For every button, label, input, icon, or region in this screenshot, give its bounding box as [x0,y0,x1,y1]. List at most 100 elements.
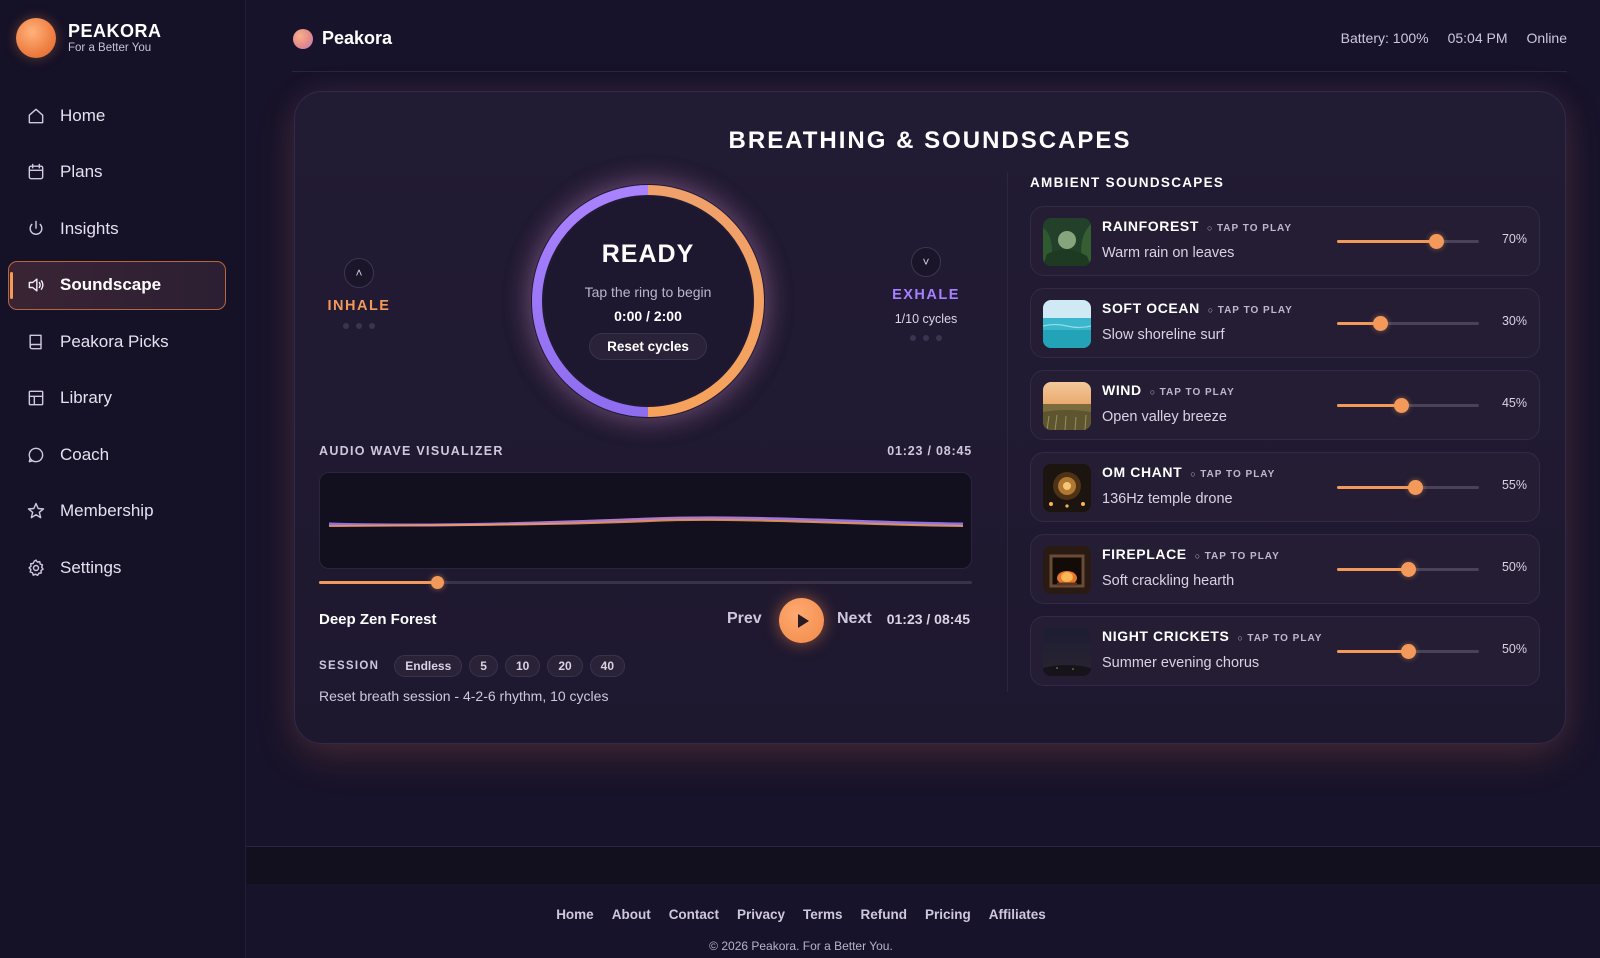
sidebar-item-home[interactable]: Home [8,91,226,140]
app-logo-icon [293,29,313,49]
tap-to-play-label[interactable]: TAP TO PLAY [1237,633,1322,644]
sidebar-item-peakora-picks[interactable]: Peakora Picks [8,317,226,366]
sidebar-item-membership[interactable]: Membership [8,487,226,536]
wind-thumbnail [1043,382,1091,430]
top-bar: Peakora Battery: 100% 05:04 PM Online [292,20,1567,72]
volume-handle[interactable] [1401,644,1416,659]
volume-slider[interactable] [1337,398,1479,413]
prev-button[interactable]: Prev [727,610,762,628]
sidebar-item-label: Library [60,388,112,407]
ocean-thumbnail [1043,300,1091,348]
footer-link-about[interactable]: About [612,907,651,922]
soundscape-name: WIND [1102,382,1142,398]
soundscape-item[interactable]: FIREPLACE TAP TO PLAY Soft crackling hear… [1030,534,1540,604]
volume-handle[interactable] [1429,234,1445,249]
footer-link-terms[interactable]: Terms [803,907,843,922]
brand-name: PEAKORA [68,21,162,41]
volume-slider[interactable] [1337,316,1479,331]
tap-to-play-label[interactable]: TAP TO PLAY [1208,305,1293,316]
breathing-ring[interactable]: READY Tap the ring to begin 0:00 / 2:00 … [531,184,765,418]
cycle-count: 1/10 cycles [894,312,958,326]
sidebar-item-label: Coach [60,444,110,464]
tap-to-play-label[interactable]: TAP TO PLAY [1190,469,1275,480]
exhale-phase: ˅ EXHALE 1/10 cycles [886,247,966,341]
volume-handle[interactable] [1393,398,1409,413]
sidebar-item-settings[interactable]: Settings [8,543,226,592]
volume-percent: 50% [1501,642,1527,656]
sidebar-item-library[interactable]: Library [8,374,226,423]
volume-slider[interactable] [1337,234,1479,249]
ring-center: READY Tap the ring to begin 0:00 / 2:00 … [531,184,765,418]
tap-to-play-label[interactable]: TAP TO PLAY [1150,387,1235,398]
sidebar-item-soundscape[interactable]: Soundscape [8,260,226,310]
soundscape-description: Slow shoreline surf [1102,327,1225,343]
sidebar-item-plans[interactable]: Plans [8,148,226,197]
sidebar-item-label: Insights [60,218,119,238]
footer-link-home[interactable]: Home [556,907,594,922]
volume-slider[interactable] [1337,562,1479,577]
play-button[interactable] [779,598,824,643]
volume-fill [1337,486,1416,489]
volume-handle[interactable] [1408,480,1424,495]
chevron-up-icon[interactable]: ˄ [344,258,374,288]
volume-percent: 45% [1501,396,1527,410]
volume-percent: 70% [1501,232,1527,246]
tap-to-play-label[interactable]: TAP TO PLAY [1195,551,1280,562]
soundscape-item[interactable]: SOFT OCEAN TAP TO PLAY Slow shoreline sur… [1030,288,1540,358]
footer-link-pricing[interactable]: Pricing [925,907,971,922]
sidebar-item-coach[interactable]: Coach [8,430,226,479]
volume-fill [1337,240,1437,243]
sidebar-item-insights[interactable]: Insights [8,204,226,253]
star-icon [26,501,46,521]
volume-percent: 55% [1501,478,1527,492]
soundscape-name: NIGHT CRICKETS [1102,628,1230,644]
brand[interactable]: PEAKORA For a Better You [16,18,162,58]
home-icon [26,106,46,126]
session-label: SESSION [319,660,380,672]
visualizer-header: AUDIO WAVE VISUALIZER 01:23 / 08:45 [319,444,972,458]
playback-progress-bar[interactable] [319,576,972,589]
soundscape-item[interactable]: RAINFOREST TAP TO PLAY Warm rain on leave… [1030,206,1540,276]
footer-link-affiliates[interactable]: Affiliates [989,907,1046,922]
sidebar-item-label: Home [60,105,106,125]
tap-to-play-label[interactable]: TAP TO PLAY [1207,223,1292,234]
volume-fill [1337,650,1408,653]
footer-links: Home About Contact Privacy Terms Refund … [246,907,1356,922]
soundscape-name: FIREPLACE [1102,546,1187,562]
chevron-down-icon[interactable]: ˅ [911,247,941,277]
player-time: 01:23 / 08:45 [886,611,970,627]
progress-handle[interactable] [430,576,444,589]
volume-fill [1337,568,1408,571]
sidebar-item-label: Peakora Picks [60,331,169,351]
footer-link-contact[interactable]: Contact [669,907,719,922]
audio-wave-visualizer [319,472,972,569]
session-option-endless[interactable]: Endless [394,655,463,677]
soundscape-item[interactable]: OM CHANT TAP TO PLAY 136Hz temple drone 5… [1030,452,1540,522]
exhale-dots [886,335,966,341]
session-option-40[interactable]: 40 [589,655,626,677]
volume-slider[interactable] [1337,480,1479,495]
volume-handle[interactable] [1401,562,1416,577]
power-icon [26,219,46,239]
soundscape-description: Warm rain on leaves [1102,245,1235,261]
soundscape-item[interactable]: NIGHT CRICKETS TAP TO PLAY Summer evening… [1030,616,1540,686]
session-option-5[interactable]: 5 [469,655,498,677]
soundscape-item[interactable]: WIND TAP TO PLAY Open valley breeze 45% [1030,370,1540,440]
footer-link-refund[interactable]: Refund [861,907,908,922]
reset-cycles-button[interactable]: Reset cycles [589,333,707,360]
app-title: Peakora [322,28,393,48]
session-option-20[interactable]: 20 [547,655,583,677]
session-option-10[interactable]: 10 [504,655,541,677]
status-area: Battery: 100% 05:04 PM Online [1341,30,1567,46]
soundscape-description: Summer evening chorus [1102,655,1260,671]
clock: 05:04 PM [1447,30,1508,46]
footer-link-privacy[interactable]: Privacy [737,907,785,922]
gear-icon [26,558,46,578]
sidebar-item-label: Settings [60,557,122,577]
breathing-soundscapes-panel: BREATHING & SOUNDSCAPES ˄ INHALE READY T… [294,91,1566,744]
soundscape-name: RAINFOREST [1102,218,1199,234]
waveform [328,516,964,527]
volume-slider[interactable] [1337,644,1479,659]
next-button[interactable]: Next [837,610,872,628]
volume-handle[interactable] [1372,316,1388,331]
